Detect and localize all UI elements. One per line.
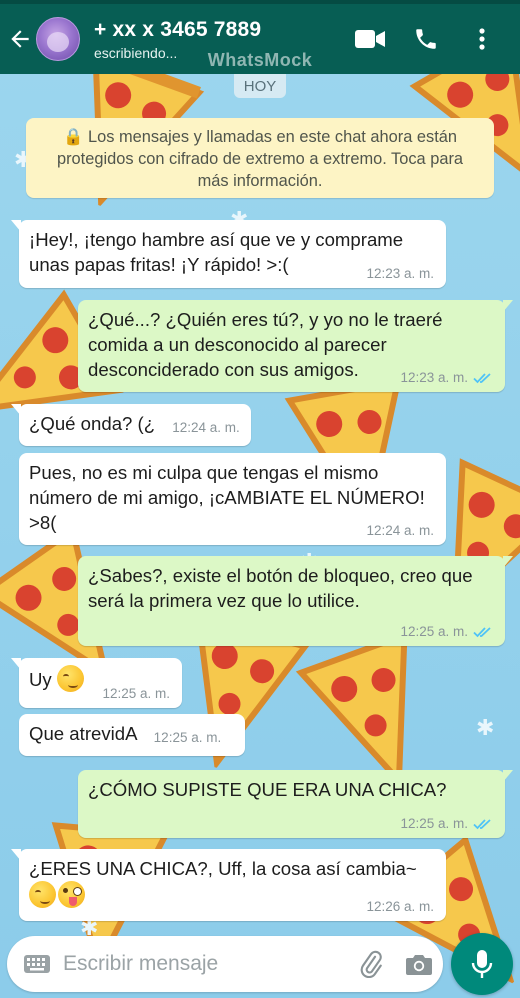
message-time-text: 12:26 a. m. xyxy=(366,899,434,914)
message-time-text: 12:23 a. m. xyxy=(366,266,434,281)
message-time: 12:24 a. m. xyxy=(366,523,434,539)
date-chip: HOY xyxy=(234,74,286,98)
mic-button[interactable] xyxy=(451,933,513,995)
message-meta: 12:25 a. m. xyxy=(400,816,493,832)
message-time-text: 12:25 a. m. xyxy=(102,686,170,701)
message-meta: 12:25 a. m. xyxy=(400,624,493,640)
paperclip-icon[interactable] xyxy=(347,950,395,978)
message-incoming[interactable]: Que atrevidA 12:25 a. m. xyxy=(19,714,245,756)
message-text: Pues, no es mi culpa que tengas el mismo… xyxy=(29,462,425,533)
smirking-face-emoji xyxy=(56,665,84,692)
message-text: ¿Qué onda? (¿ xyxy=(29,413,156,434)
message-text: ¿CÓMO SUPISTE QUE ERA UNA CHICA? xyxy=(88,779,447,800)
chat-area: HOY 🔒 Los mensajes y llamadas en este ch… xyxy=(0,74,520,930)
message-text: Uy xyxy=(29,669,52,690)
message-incoming[interactable]: ¿Qué onda? (¿ 12:24 a. m. xyxy=(11,404,251,446)
message-text: ¿Qué...? ¿Quién eres tú?, y yo no le tra… xyxy=(88,309,443,380)
message-outgoing[interactable]: ¿Sabes?, existe el botón de bloqueo, cre… xyxy=(78,556,513,646)
message-time: 12:23 a. m. xyxy=(366,266,434,282)
keyboard-icon[interactable] xyxy=(11,954,63,974)
message-outgoing[interactable]: ¿CÓMO SUPISTE QUE ERA UNA CHICA? 12:25 a… xyxy=(78,770,513,838)
message-input[interactable] xyxy=(63,952,347,976)
message-incoming[interactable]: Pues, no es mi culpa que tengas el mismo… xyxy=(19,453,446,545)
message-time: 12:24 a. m. xyxy=(172,420,240,435)
message-text: ¡Hey!, ¡tengo hambre así que ve y compra… xyxy=(29,229,404,275)
winking-tongue-face-emoji xyxy=(58,881,85,908)
message-time: 12:26 a. m. xyxy=(366,899,434,915)
message-time: 12:25 a. m. xyxy=(153,730,222,745)
double-check-read-icon xyxy=(473,627,491,638)
camera-icon[interactable] xyxy=(395,952,443,976)
message-incoming[interactable]: ¡Hey!, ¡tengo hambre así que ve y compra… xyxy=(11,220,446,288)
message-text: ¿Sabes?, existe el botón de bloqueo, cre… xyxy=(88,565,473,611)
mic-icon xyxy=(471,950,493,978)
message-incoming[interactable]: ¿ERES UNA CHICA?, Uff, la cosa así cambi… xyxy=(11,849,446,921)
message-time: 12:25 a. m. xyxy=(400,624,468,639)
message-time-text: 12:24 a. m. xyxy=(366,523,434,538)
message-composer xyxy=(7,936,443,992)
message-text: ¿ERES UNA CHICA?, Uff, la cosa así cambi… xyxy=(29,858,417,879)
message-text: Que atrevidA xyxy=(29,723,137,744)
double-check-read-icon xyxy=(473,819,491,830)
double-check-read-icon xyxy=(473,373,491,384)
message-time: 12:23 a. m. xyxy=(400,370,468,385)
message-incoming[interactable]: Uy 12:25 a. m. xyxy=(11,658,182,708)
message-time: 12:25 a. m. xyxy=(102,686,170,702)
smirking-face-emoji xyxy=(29,881,56,908)
message-meta: 12:23 a. m. xyxy=(400,370,493,386)
message-time: 12:25 a. m. xyxy=(400,816,468,831)
message-outgoing[interactable]: ¿Qué...? ¿Quién eres tú?, y yo no le tra… xyxy=(78,300,513,392)
watermark: WhatsMock xyxy=(207,50,313,70)
encryption-notice[interactable]: 🔒 Los mensajes y llamadas en este chat a… xyxy=(26,118,494,198)
contact-name: + xx x 3465 7889 xyxy=(94,17,262,41)
